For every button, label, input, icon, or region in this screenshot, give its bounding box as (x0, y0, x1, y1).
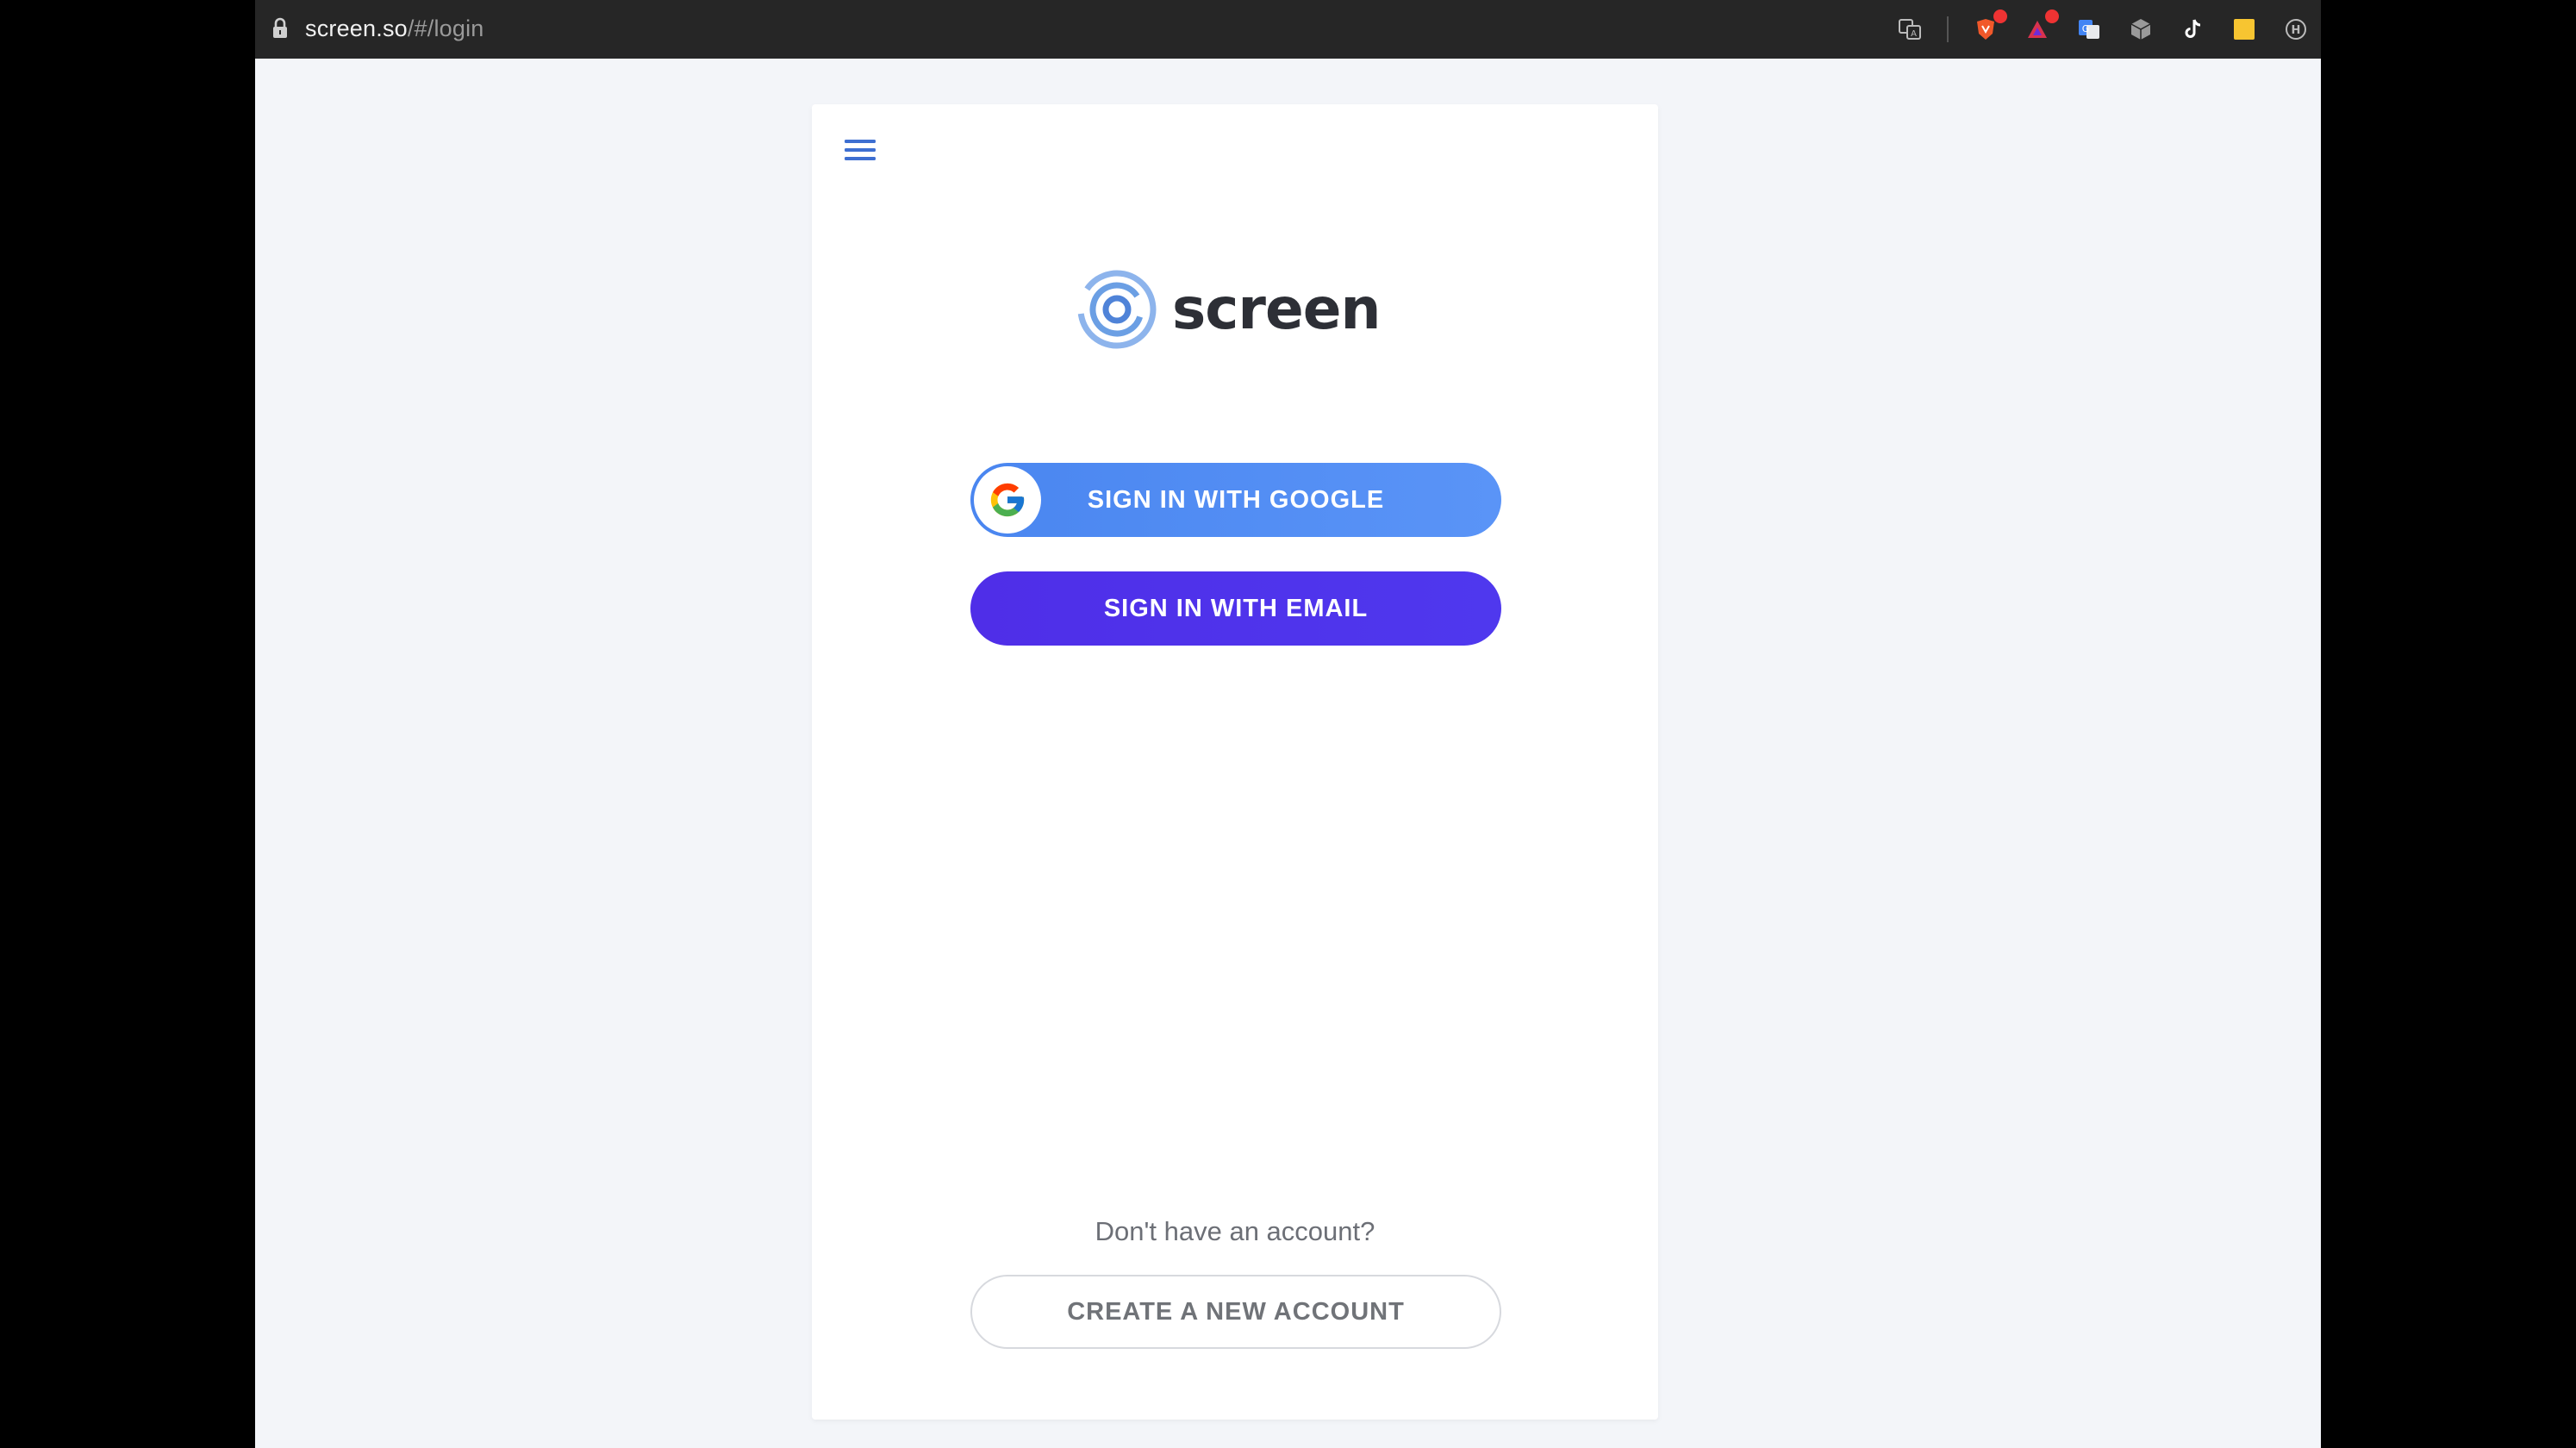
google-button-label: SIGN IN WITH GOOGLE (1087, 485, 1385, 514)
svg-text:H: H (2292, 24, 2301, 37)
url-path: /#/login (407, 16, 484, 41)
shield-badge (1993, 9, 2007, 23)
url-field[interactable]: screen.so/#/login (305, 14, 484, 43)
extensions-tray: A G H (1895, 9, 2311, 47)
lock-icon (273, 17, 287, 38)
create-account-label: CREATE A NEW ACCOUNT (1067, 1297, 1405, 1326)
brand-name: screen (1172, 276, 1381, 342)
url-host: screen.so (305, 16, 408, 41)
tiktok-icon[interactable] (2178, 15, 2207, 44)
address-bar: screen.so/#/login A G H (255, 0, 2321, 59)
hamburger-menu-icon[interactable] (838, 130, 883, 170)
google-logo-icon (974, 466, 1041, 534)
sign-in-email-button[interactable]: SIGN IN WITH EMAIL (970, 571, 1501, 646)
brave-rewards-icon[interactable] (2023, 9, 2059, 44)
brand-logo: screen (1076, 266, 1381, 353)
rewards-badge (2045, 9, 2059, 23)
create-account-button[interactable]: CREATE A NEW ACCOUNT (970, 1275, 1501, 1349)
brave-shield-icon[interactable] (1971, 9, 2007, 44)
translate-icon[interactable]: A (1895, 15, 1924, 44)
screen-logo-icon (1077, 270, 1157, 349)
google-translate-icon[interactable]: G (2074, 15, 2104, 44)
svg-text:G: G (2082, 23, 2090, 34)
profile-extension-icon[interactable]: H (2281, 15, 2311, 44)
toolbar-separator (1947, 16, 1949, 42)
svg-text:A: A (1911, 29, 1917, 39)
sign-in-google-button[interactable]: SIGN IN WITH GOOGLE (970, 463, 1501, 537)
browser-window: screen.so/#/login A G H screen SIGN IN W… (255, 0, 2321, 1448)
sticky-note-icon[interactable] (2230, 15, 2259, 44)
no-account-text: Don't have an account? (1095, 1216, 1375, 1246)
cube-extension-icon[interactable] (2126, 15, 2155, 44)
email-button-label: SIGN IN WITH EMAIL (1103, 594, 1369, 622)
login-card: screen SIGN IN WITH GOOGLE SIGN IN WITH … (812, 104, 1658, 1420)
